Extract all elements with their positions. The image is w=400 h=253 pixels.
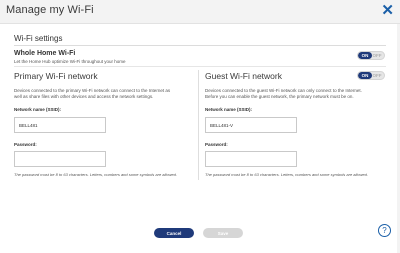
guest-ssid-input[interactable]: BELL481-V bbox=[205, 117, 297, 133]
guest-network-description: Devices connected to the guest Wi-Fi net… bbox=[205, 88, 362, 99]
guest-network-toggle[interactable]: OFF ON bbox=[357, 71, 385, 80]
guest-password-input[interactable] bbox=[205, 151, 297, 167]
help-icon[interactable]: ? bbox=[378, 224, 391, 237]
column-divider bbox=[198, 70, 199, 180]
guest-password-hint: The password must be 8 to 63 characters.… bbox=[205, 172, 368, 177]
dialog-header: Manage my Wi-Fi ✕ bbox=[0, 0, 400, 24]
toggle-off-label: OFF bbox=[372, 53, 382, 58]
divider bbox=[14, 66, 386, 67]
primary-ssid-input[interactable]: BELL481 bbox=[14, 117, 106, 133]
primary-password-hint: The password must be 8 to 63 characters.… bbox=[14, 172, 177, 177]
primary-network-title: Primary Wi-Fi network bbox=[14, 71, 98, 81]
toggle-off-label: OFF bbox=[372, 73, 382, 78]
divider bbox=[14, 45, 386, 46]
primary-network-section: Primary Wi-Fi network Devices connected … bbox=[14, 71, 194, 100]
close-icon[interactable]: ✕ bbox=[381, 3, 394, 18]
primary-ssid-label: Network name (SSID): bbox=[14, 107, 62, 112]
primary-password-label: Password: bbox=[14, 142, 37, 147]
guest-password-label: Password: bbox=[205, 142, 228, 147]
toggle-on-label: ON bbox=[358, 52, 372, 59]
primary-network-description: Devices connected to the primary Wi-Fi n… bbox=[14, 88, 171, 99]
whole-home-wifi-title: Whole Home Wi-Fi bbox=[14, 50, 76, 57]
toggle-on-label: ON bbox=[358, 72, 372, 79]
wifi-settings-heading: Wi-Fi settings bbox=[14, 34, 63, 43]
dialog-title: Manage my Wi-Fi bbox=[6, 4, 94, 16]
whole-home-wifi-description: Let the Home Hub optimize Wi-Fi througho… bbox=[14, 59, 126, 64]
primary-password-input[interactable] bbox=[14, 151, 106, 167]
whole-home-wifi-toggle[interactable]: OFF ON bbox=[357, 51, 385, 60]
save-button[interactable]: Save bbox=[203, 228, 243, 238]
guest-ssid-label: Network name (SSID): bbox=[205, 107, 253, 112]
cancel-button[interactable]: Cancel bbox=[154, 228, 194, 238]
